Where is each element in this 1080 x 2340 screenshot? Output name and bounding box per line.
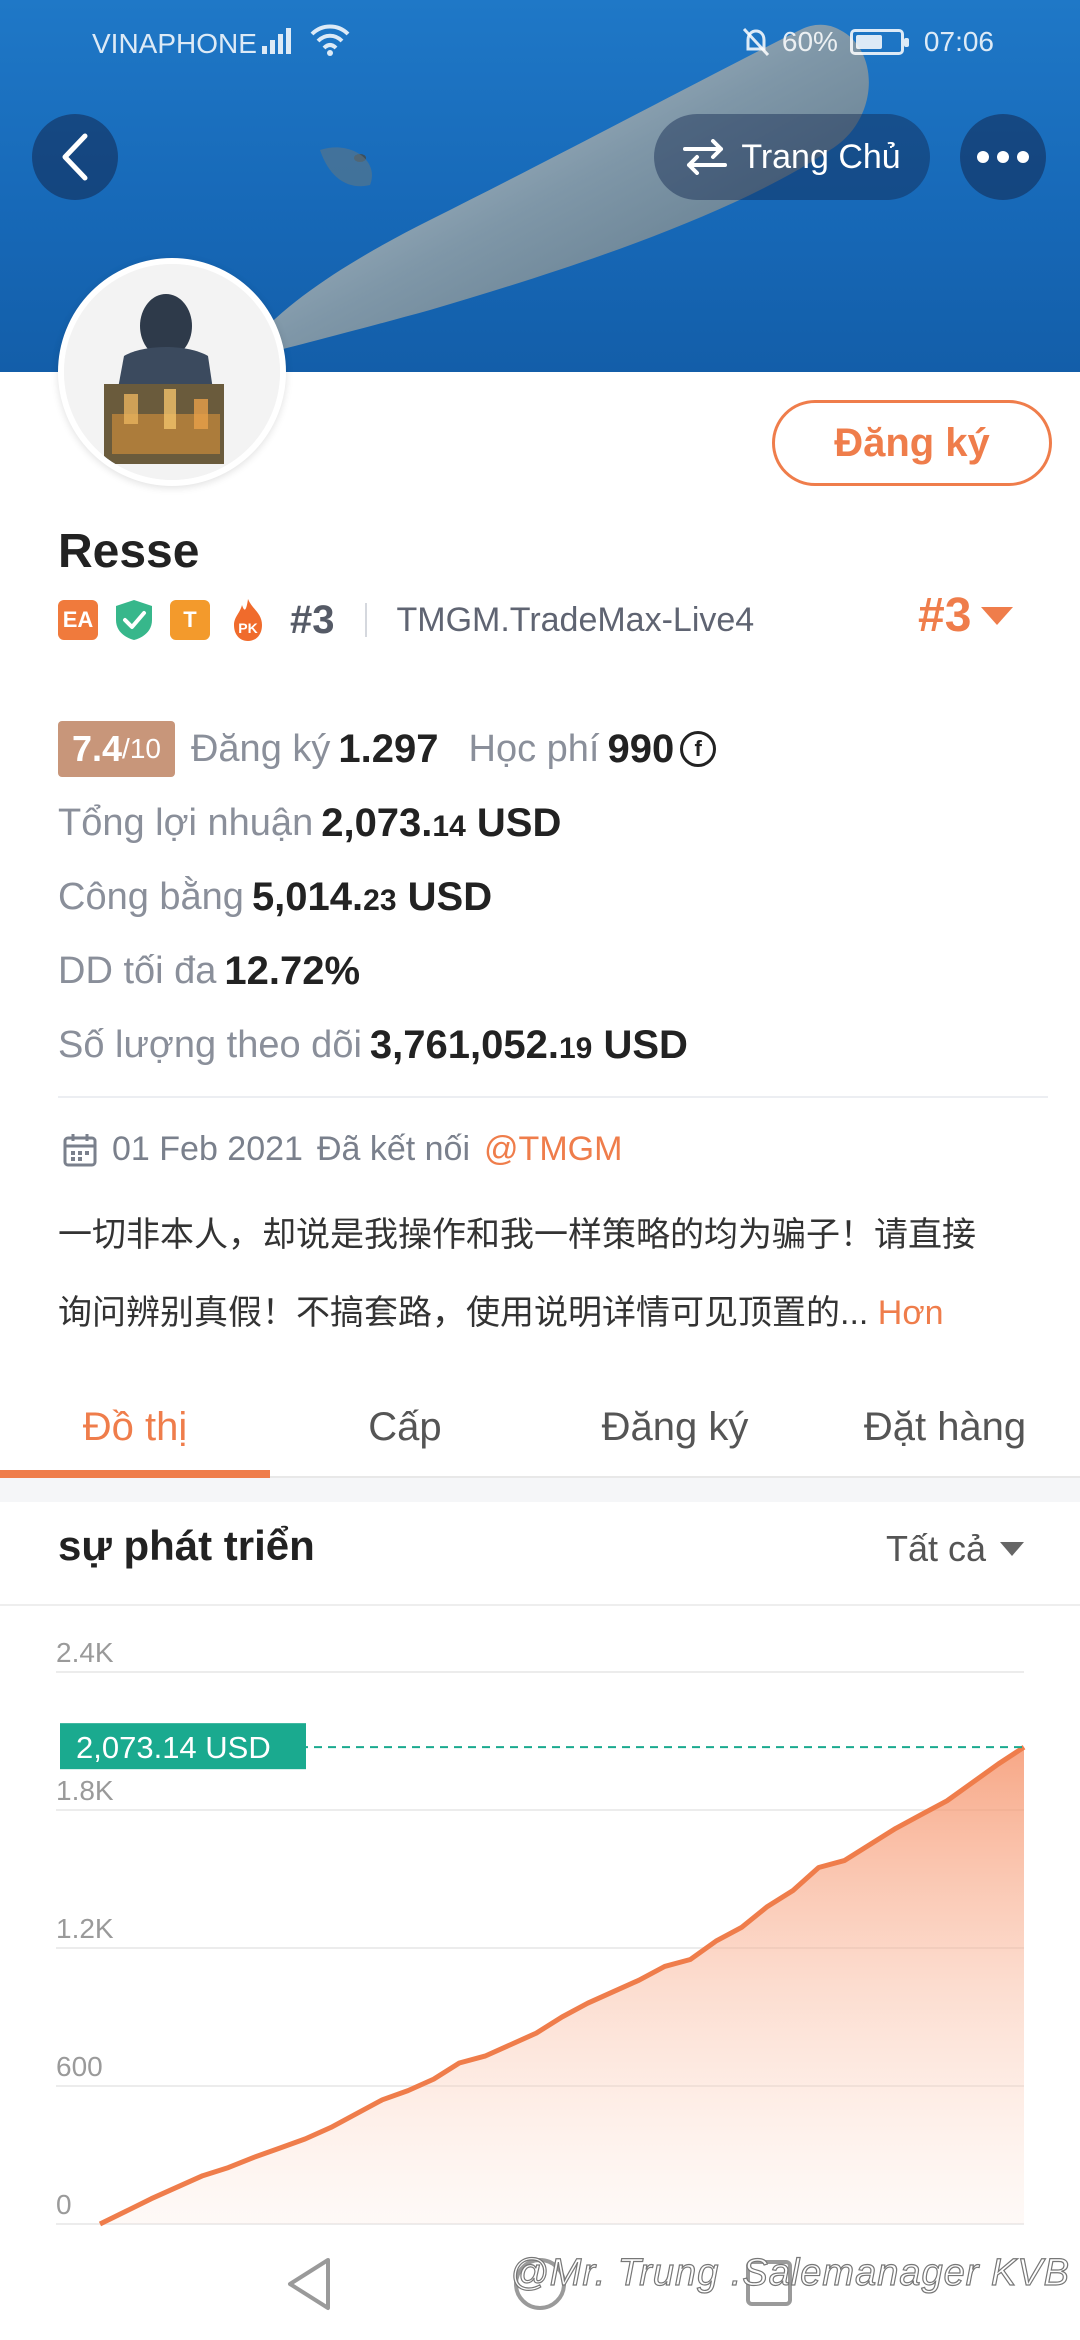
score-suffix: /10 — [122, 733, 161, 764]
growth-chart: 2.4K 1.8K 1.2K 600 0 2,073.14 USD — [56, 1637, 1026, 2227]
subscribers-value: 1.297 — [338, 726, 439, 771]
score-main: 7.4 — [72, 728, 123, 769]
home-switch-label: Trang Chủ — [741, 137, 901, 176]
y-tick-label: 2.4K — [56, 1637, 114, 1668]
status-right: 60% 07:06 — [742, 26, 994, 58]
t-badge: T — [170, 600, 210, 640]
triangle-down-icon — [981, 606, 1014, 625]
rank-dropdown-label: #3 — [918, 589, 972, 642]
rank-dropdown[interactable]: #3 — [918, 588, 1014, 643]
nav-back-icon[interactable] — [284, 2256, 334, 2312]
followers-value: 3,761,052.19 USD — [369, 1022, 688, 1067]
subscribe-button[interactable]: Đăng ký — [772, 400, 1052, 486]
server-name: TMGM.TradeMax-Live4 — [396, 600, 755, 639]
more-button[interactable] — [960, 114, 1046, 200]
tab-level[interactable]: Cấp — [270, 1378, 540, 1476]
divider — [58, 1096, 1048, 1098]
tab-bar: Đồ thị Cấp Đăng ký Đặt hàng — [0, 1378, 1080, 1478]
stat-row-drawdown: DD tối đa 12.72% — [58, 934, 1048, 1008]
connection-text: Đã kết nối — [316, 1130, 471, 1168]
chart-title: sự phát triển — [58, 1522, 315, 1569]
y-tick-label: 600 — [56, 2051, 103, 2082]
trader-name: Resse — [58, 525, 200, 578]
pk-flame-icon: PK — [234, 599, 262, 641]
mute-bell-icon — [742, 27, 769, 57]
separator — [364, 603, 367, 637]
back-button[interactable] — [32, 114, 118, 200]
y-tick-label: 1.8K — [56, 1775, 114, 1806]
bio-text: 一切非本人，却说是我操作和我一样策略的均为骗子！请直接 询问辨别真假！不搞套路，… — [58, 1196, 1048, 1352]
clock: 07:06 — [923, 26, 994, 57]
stat-row-equity: Công bằng 5,014.23 USD — [58, 860, 1048, 934]
chart-filter-label: Tất cả — [885, 1528, 986, 1569]
rank-inline: #3 — [290, 597, 335, 642]
y-tick-label: 1.2K — [56, 1913, 114, 1944]
status-bar: VINAPHONE 60% 07:06 — [0, 0, 1080, 84]
fee-label: Học phí — [468, 727, 600, 770]
wifi-icon — [310, 24, 350, 56]
avatar-image — [64, 264, 280, 480]
followers-label: Số lượng theo dõi — [58, 1023, 362, 1066]
drawdown-label: DD tối đa — [58, 949, 217, 992]
signal-icon — [262, 28, 291, 54]
swap-arrows-icon — [683, 139, 728, 175]
triangle-down-icon — [1000, 1542, 1024, 1556]
bio-line-2: 询问辨别真假！不搞套路，使用说明详情可见顶置的... Hơn — [58, 1294, 944, 1332]
fee-value: 990 — [607, 726, 675, 771]
equity-label: Công bằng — [58, 875, 244, 918]
subscribers-label: Đăng ký — [190, 727, 331, 770]
pk-label: PK — [238, 620, 257, 636]
watermark: @Mr. Trung .Salemanager KVB — [510, 2251, 1070, 2294]
shield-check-icon — [116, 600, 152, 640]
page: VINAPHONE 60% 07:06 Trang Chủ Đăng ký Re… — [0, 0, 1080, 2340]
calendar-icon — [63, 1133, 97, 1166]
connection-info: 01 Feb 2021 Đã kết nối @TMGM — [62, 1130, 622, 1169]
y-tick-label: 0 — [56, 2189, 72, 2220]
drawdown-value: 12.72% — [224, 948, 361, 993]
coin-icon: f — [680, 731, 717, 767]
stat-row-followers: Số lượng theo dõi 3,761,052.19 USD — [58, 1008, 1048, 1082]
equity-value: 5,014.23 USD — [251, 874, 493, 919]
area-fill — [100, 1747, 1024, 2224]
chevron-left-icon — [62, 133, 88, 181]
ea-badge: EA — [58, 600, 98, 640]
broker-link[interactable]: @TMGM — [484, 1130, 622, 1169]
battery-icon — [849, 29, 909, 55]
current-value-label: 2,073.14 USD — [76, 1730, 271, 1765]
chart-filter-dropdown[interactable]: Tất cả — [886, 1528, 1024, 1570]
profit-value: 2,073.14 USD — [321, 800, 562, 845]
home-switch-button[interactable]: Trang Chủ — [654, 114, 930, 200]
bio-line-1: 一切非本人，却说是我操作和我一样策略的均为骗子！请直接 — [58, 1216, 976, 1254]
section-gap — [0, 1478, 1080, 1502]
carrier-label: VINAPHONE — [92, 28, 257, 59]
bio-more-link[interactable]: Hơn — [878, 1294, 944, 1332]
avatar[interactable] — [58, 258, 286, 486]
more-dots-icon — [977, 151, 1029, 163]
stat-row-profit: Tổng lợi nhuận 2,073.14 USD — [58, 786, 1048, 860]
tab-orders[interactable]: Đặt hàng — [810, 1378, 1080, 1476]
tab-chart[interactable]: Đồ thị — [0, 1378, 270, 1478]
score-badge: 7.4/10 — [58, 721, 175, 777]
stat-row-score: 7.4/10 Đăng ký 1.297 Học phí 990 f — [58, 712, 1048, 786]
badge-row: EA T PK #3 TMGM.TradeMax-Live4 — [58, 592, 754, 648]
connection-date: 01 Feb 2021 — [112, 1130, 303, 1168]
battery-percent: 60% — [781, 26, 838, 57]
tab-subscribe[interactable]: Đăng ký — [540, 1378, 810, 1476]
profit-label: Tổng lợi nhuận — [58, 801, 314, 844]
chart-header: sự phát triển Tất cả — [0, 1502, 1080, 1606]
stats-block: 7.4/10 Đăng ký 1.297 Học phí 990 f Tổng … — [58, 712, 1048, 1082]
